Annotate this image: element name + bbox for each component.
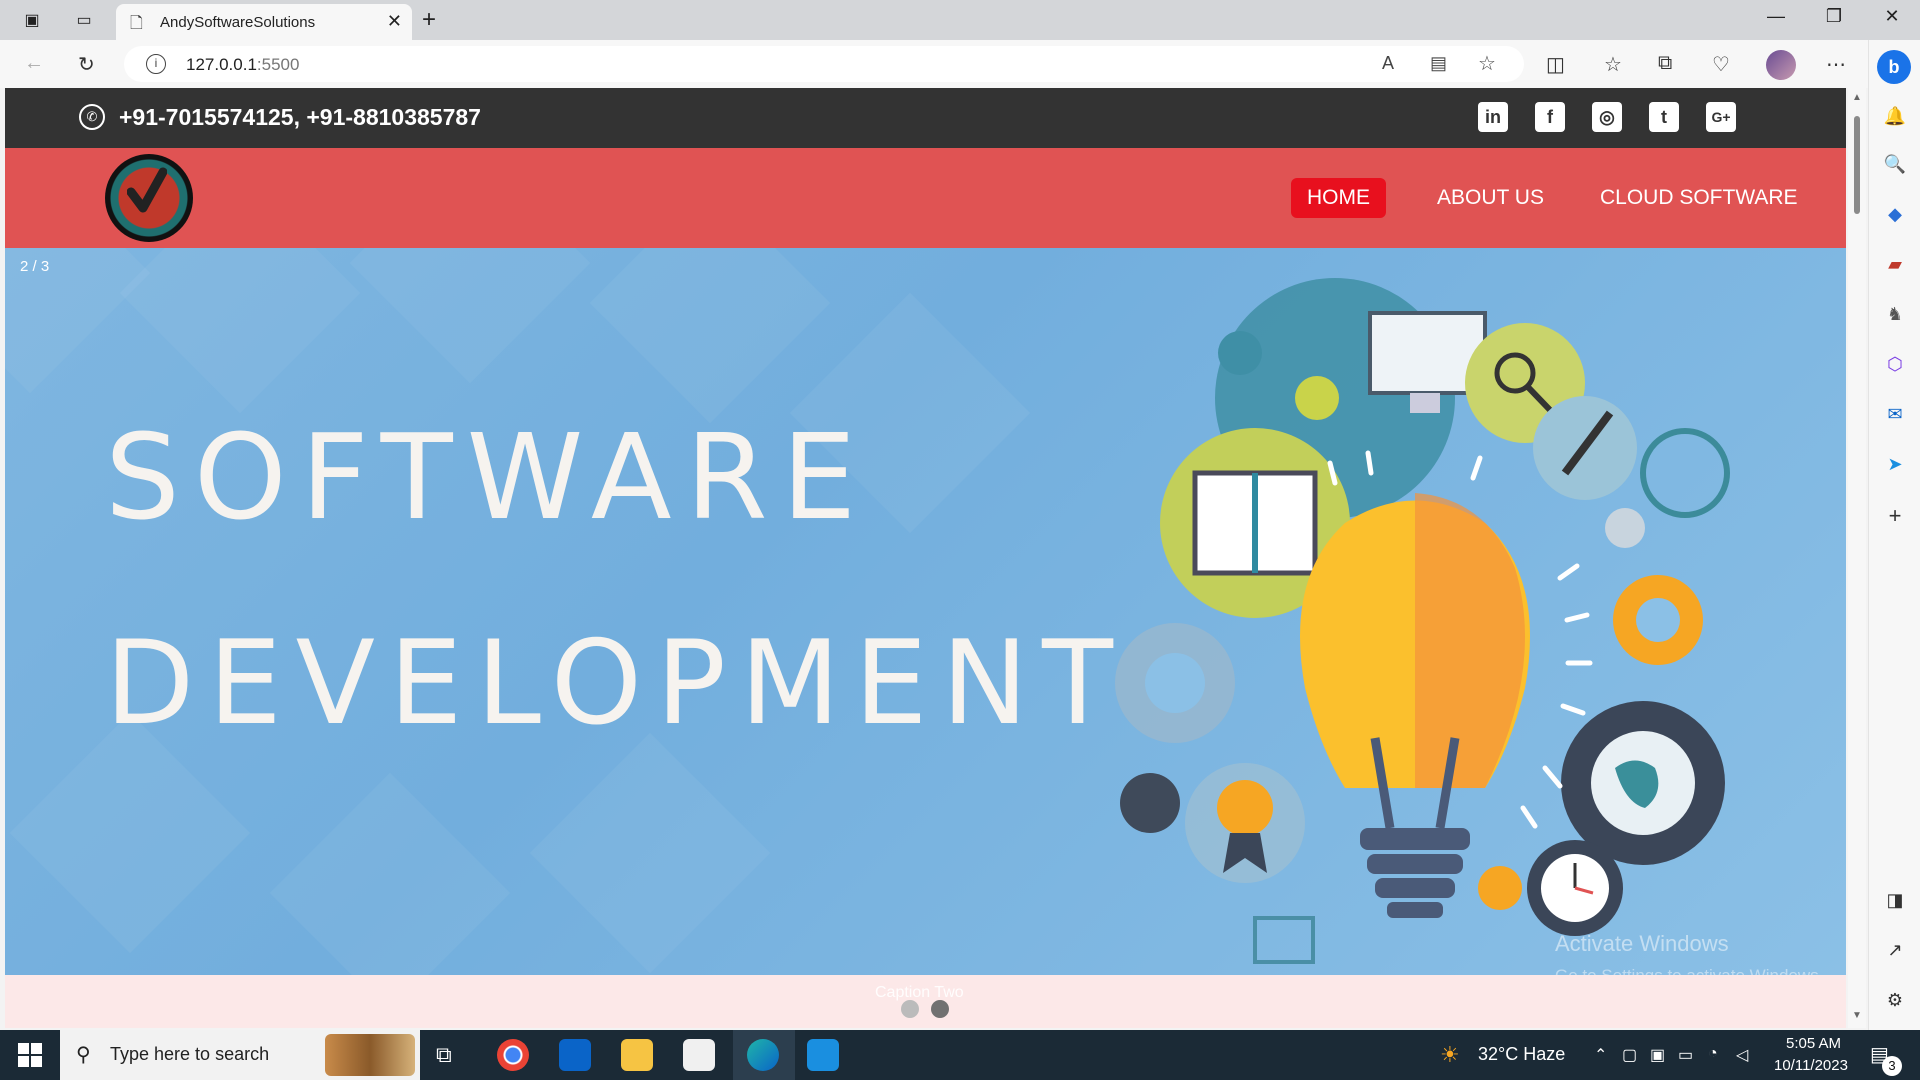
site-info-icon[interactable]: i xyxy=(146,54,166,74)
background-diamond xyxy=(119,248,361,414)
nav-cloud-software[interactable]: CLOUD SOFTWARE xyxy=(1584,178,1814,218)
back-icon[interactable]: ← xyxy=(24,52,44,75)
vscode-icon[interactable] xyxy=(807,1039,839,1071)
browser-essentials-icon[interactable]: ♡ xyxy=(1712,52,1730,77)
weather-icon: ☀ xyxy=(1440,1042,1460,1067)
defender-icon[interactable]: ▣ xyxy=(1650,1045,1665,1065)
nav-home[interactable]: HOME xyxy=(1291,178,1386,218)
url-port: :5500 xyxy=(256,55,300,74)
clock-time[interactable]: 5:05 AM xyxy=(1786,1035,1841,1052)
tools-icon[interactable]: ▰ xyxy=(1883,252,1907,276)
meet-now-icon[interactable]: ▢ xyxy=(1622,1045,1637,1065)
open-external-icon[interactable]: ↗ xyxy=(1883,938,1907,962)
slider-dot-2-active[interactable] xyxy=(931,1000,949,1018)
site-navbar: HOME ABOUT US CLOUD SOFTWARE xyxy=(5,148,1846,248)
add-sidebar-app-icon[interactable]: + xyxy=(1883,504,1907,528)
close-window-icon[interactable]: ✕ xyxy=(1872,6,1912,27)
refresh-icon[interactable]: ↻ xyxy=(78,52,95,77)
background-diamond xyxy=(349,248,591,384)
nav-about-us[interactable]: ABOUT US xyxy=(1421,178,1560,218)
search-icon[interactable]: 🔍 xyxy=(1883,152,1907,176)
drop-icon[interactable]: ➤ xyxy=(1883,452,1907,476)
tab-actions-icon[interactable]: ▭ xyxy=(72,8,96,32)
workspaces-icon[interactable]: ▣ xyxy=(20,8,44,32)
restore-icon[interactable]: ❐ xyxy=(1814,6,1854,27)
wifi-icon[interactable]: ◔ xyxy=(1708,1045,1718,1063)
more-options-icon[interactable]: ⋯ xyxy=(1826,52,1846,77)
read-aloud-icon[interactable]: A xyxy=(1382,53,1394,74)
collections-icon[interactable]: ⧉ xyxy=(1658,52,1672,75)
taskbar-search-box[interactable]: ⚲ Type here to search xyxy=(60,1030,420,1080)
background-diamond xyxy=(269,772,511,975)
chrome-icon[interactable] xyxy=(497,1039,529,1071)
background-diamond xyxy=(589,248,831,424)
page-scrollbar[interactable]: ▲ ▼ xyxy=(1848,88,1866,1028)
activate-windows-subtitle: Go to Settings to activate Windows. xyxy=(1555,966,1823,975)
shopping-icon[interactable]: ◆ xyxy=(1883,202,1907,226)
browser-titlebar: ▣ ▭ 🗋 AndySoftwareSolutions ✕ + — ❐ ✕ xyxy=(0,0,1920,40)
facebook-icon[interactable]: f xyxy=(1535,102,1565,132)
lightbulb-gears-illustration xyxy=(1115,278,1730,964)
mail-icon[interactable] xyxy=(559,1039,591,1071)
scroll-down-icon[interactable]: ▼ xyxy=(1852,1010,1862,1021)
slide-caption: Caption Two xyxy=(875,984,964,1001)
settings-gear-icon[interactable]: ⚙ xyxy=(1883,988,1907,1012)
clock-date[interactable]: 10/11/2023 xyxy=(1774,1057,1848,1074)
search-highlight-image xyxy=(325,1034,415,1076)
microsoft-store-icon[interactable] xyxy=(683,1039,715,1071)
minimize-icon[interactable]: — xyxy=(1756,6,1796,27)
hero-heading-line2: DEVELOPMENT xyxy=(105,616,1128,751)
split-screen-icon[interactable]: ◫ xyxy=(1546,52,1565,77)
new-tab-icon[interactable]: + xyxy=(422,6,436,34)
edge-sidebar: b 🔔 🔍 ◆ ▰ ♞ ⬡ ✉ ➤ + ◨ ↗ ⚙ xyxy=(1868,40,1920,1030)
volume-icon[interactable]: ◁ xyxy=(1736,1045,1748,1065)
google-plus-icon[interactable]: G+ xyxy=(1706,102,1736,132)
address-bar-row: ← ↻ i 127.0.0.1:5500 A ▤ ☆ ◫ ☆ ⧉ ♡ ⋯ xyxy=(0,40,1920,88)
url-field[interactable]: i 127.0.0.1:5500 A ▤ ☆ xyxy=(124,46,1524,82)
task-view-icon[interactable]: ⧉ xyxy=(436,1042,452,1068)
slider-dot-1[interactable] xyxy=(901,1000,919,1018)
hero-slide: 2 / 3 SOFTWARE DEVELOPMENT Activate Wind… xyxy=(5,248,1846,975)
close-tab-icon[interactable]: ✕ xyxy=(387,11,402,32)
contact-phone: +91-7015574125, +91-8810385787 xyxy=(119,104,481,130)
instagram-icon[interactable]: ◎ xyxy=(1592,102,1622,132)
taskbar-search-placeholder: Type here to search xyxy=(110,1044,270,1064)
weather-text[interactable]: 32°C Haze xyxy=(1478,1044,1565,1065)
tab-title: AndySoftwareSolutions xyxy=(160,14,316,31)
site-logo[interactable] xyxy=(105,154,193,242)
battery-icon[interactable]: ▭ xyxy=(1678,1045,1693,1065)
background-diamond xyxy=(529,732,771,974)
windows-start-icon[interactable] xyxy=(18,1043,42,1067)
site-topbar: ✆ +91-7015574125, +91-8810385787 in f ◎ … xyxy=(5,88,1846,148)
bing-copilot-icon[interactable]: b xyxy=(1877,50,1911,84)
linkedin-icon[interactable]: in xyxy=(1478,102,1508,132)
whatsapp-icon: ✆ xyxy=(79,104,105,130)
favorites-icon[interactable]: ☆ xyxy=(1604,52,1622,77)
search-icon: ⚲ xyxy=(76,1044,91,1066)
outlook-icon[interactable]: ✉ xyxy=(1883,402,1907,426)
favorite-star-icon[interactable]: ☆ xyxy=(1478,51,1496,76)
url-host: 127.0.0.1 xyxy=(186,55,257,74)
file-explorer-icon[interactable] xyxy=(621,1039,653,1071)
twitter-icon[interactable]: t xyxy=(1649,102,1679,132)
windows-taskbar: ⚲ Type here to search ⧉ ☀ 32°C Haze ⌃ ▢ … xyxy=(0,1030,1920,1080)
page-viewport: ✆ +91-7015574125, +91-8810385787 in f ◎ … xyxy=(5,88,1846,1028)
checkmark-logo-icon xyxy=(127,167,167,213)
hero-heading-line1: SOFTWARE xyxy=(105,408,871,546)
microsoft-365-icon[interactable]: ⬡ xyxy=(1883,352,1907,376)
immersive-reader-icon[interactable]: ▤ xyxy=(1430,53,1447,74)
tab-active[interactable]: 🗋 AndySoftwareSolutions ✕ xyxy=(116,4,412,40)
scroll-up-icon[interactable]: ▲ xyxy=(1852,92,1862,103)
slide-counter: 2 / 3 xyxy=(20,258,50,275)
games-icon[interactable]: ♞ xyxy=(1883,302,1907,326)
edge-icon[interactable] xyxy=(747,1039,779,1071)
page-icon: 🗋 xyxy=(130,15,143,32)
sidebar-layout-icon[interactable]: ◨ xyxy=(1883,888,1907,912)
show-hidden-icons-icon[interactable]: ⌃ xyxy=(1594,1045,1607,1065)
notifications-bell-icon[interactable]: 🔔 xyxy=(1883,104,1907,128)
profile-avatar[interactable] xyxy=(1766,50,1796,80)
activate-windows-title: Activate Windows xyxy=(1555,931,1729,956)
notification-count-badge: 3 xyxy=(1882,1056,1902,1076)
scroll-thumb[interactable] xyxy=(1854,116,1860,214)
